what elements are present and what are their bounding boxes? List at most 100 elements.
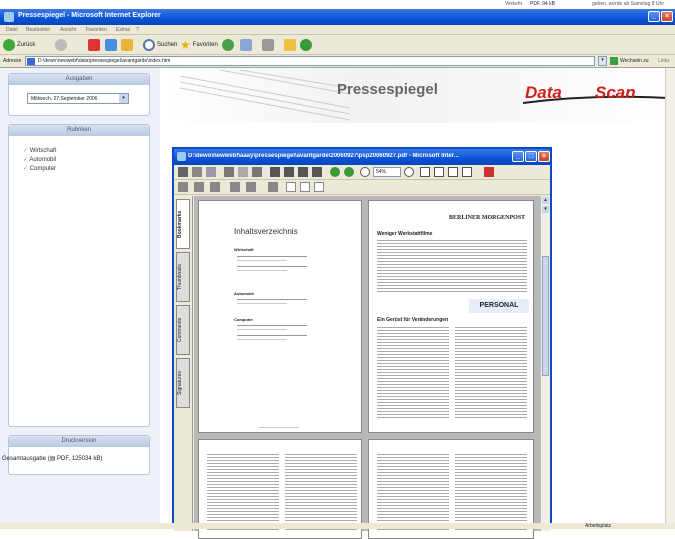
previous-page-icon[interactable] — [284, 167, 294, 177]
zoom-field[interactable]: 54% — [373, 167, 401, 177]
forward-button[interactable] — [55, 38, 67, 52]
rotate-icon[interactable] — [462, 167, 472, 177]
page-icon — [27, 58, 35, 65]
search-button[interactable]: Suchen — [143, 38, 177, 52]
back-button[interactable]: Zurück — [3, 38, 35, 52]
facing-page-icon[interactable] — [314, 182, 324, 192]
next-page-icon[interactable] — [298, 167, 308, 177]
tab-thumbnails[interactable]: Thumbnails — [176, 252, 190, 302]
note-tool-icon[interactable] — [210, 182, 220, 192]
ausgaben-title: Ausgaben — [9, 74, 149, 85]
address-input[interactable]: D:\dewo\newwebf\data\pressespiegel\avant… — [25, 56, 595, 66]
folder-button[interactable] — [284, 38, 296, 52]
scroll-thumb[interactable] — [542, 256, 549, 376]
zoom-tool-icon[interactable] — [178, 182, 188, 192]
article-2-text-col2 — [455, 325, 527, 420]
pdf-document-viewport[interactable]: Inhaltsverzeichnis Wirtschaft Automobil … — [194, 196, 540, 539]
menu-bearbeiten[interactable]: Bearbeiten — [26, 27, 50, 33]
zoom-out-icon[interactable] — [360, 167, 370, 177]
messenger-button[interactable] — [300, 38, 312, 52]
logo-text-right: Scan — [595, 83, 636, 102]
favorites-button[interactable]: ★ Favoriten — [180, 38, 218, 52]
page-vertical-scrollbar[interactable] — [665, 68, 675, 523]
personal-logo: PERSONAL — [469, 299, 529, 313]
links-label[interactable]: Links — [658, 58, 670, 64]
zoom-in-icon[interactable] — [404, 167, 414, 177]
scroll-down-arrow-icon[interactable]: ▾ — [542, 206, 549, 213]
refresh-button[interactable] — [105, 38, 117, 52]
back-arrow-icon — [3, 39, 15, 51]
stop-icon — [88, 39, 100, 51]
pencil-icon[interactable] — [230, 182, 240, 192]
address-bar: Adresse D:\dewo\newwebf\data\pressespieg… — [0, 55, 675, 68]
messenger-icon — [300, 39, 312, 51]
logo-text-left: Data — [525, 83, 562, 102]
save-icon[interactable] — [178, 167, 188, 177]
single-page-icon[interactable] — [286, 182, 296, 192]
fit-page-icon[interactable] — [434, 167, 444, 177]
last-page-icon[interactable] — [312, 167, 322, 177]
menu-extras[interactable]: Extras — [116, 27, 130, 33]
home-icon — [121, 39, 133, 51]
history-button[interactable] — [222, 38, 234, 52]
pdf-vertical-scrollbar[interactable]: ▴ ▾ — [540, 196, 550, 531]
tab-comments[interactable]: Comments — [176, 305, 190, 355]
favorites-star-icon: ★ — [180, 38, 191, 52]
toc-section-wirtschaft: Wirtschaft — [234, 247, 254, 252]
print-button[interactable] — [262, 38, 274, 52]
menu-datei[interactable]: Datei — [6, 27, 18, 33]
rubrik-computer[interactable]: ✓ Computer — [23, 165, 56, 174]
scroll-up-arrow-icon[interactable]: ▴ — [542, 197, 549, 204]
stamp-icon[interactable] — [268, 182, 278, 192]
acrobat-toolbar-1: 54% — [174, 165, 550, 180]
mail-icon — [240, 39, 252, 51]
popup-pdf-link[interactable]: PDF, 94 kB — [530, 1, 555, 7]
find-icon[interactable] — [224, 167, 234, 177]
print-icon[interactable] — [192, 167, 202, 177]
rubrik-automobil[interactable]: ✓ Automobil — [23, 156, 56, 165]
back-view-icon[interactable] — [330, 167, 340, 177]
menu-favoriten[interactable]: Favoriten — [86, 27, 107, 33]
actual-size-icon[interactable] — [420, 167, 430, 177]
mail-icon[interactable] — [206, 167, 216, 177]
hand-tool-icon[interactable] — [238, 167, 248, 177]
druckversion-title: Druckversion — [9, 436, 149, 447]
pdf-page-toc: Inhaltsverzeichnis Wirtschaft Automobil … — [198, 200, 362, 433]
address-dropdown-arrow-icon[interactable]: ▾ — [598, 56, 607, 66]
druckversion-panel: Druckversion Gesamtausgabe (▤ PDF, 12503… — [2, 435, 150, 475]
date-value: Mittwoch, 27.September 2006 — [31, 96, 98, 102]
go-arrow-icon[interactable] — [610, 57, 618, 65]
close-button[interactable]: × — [661, 11, 673, 22]
pdf-minimize-button[interactable]: _ — [512, 151, 524, 162]
home-button[interactable] — [121, 38, 133, 52]
tab-signatures[interactable]: Signatures — [176, 358, 190, 408]
gesamtausgabe-link[interactable]: PDF, 125034 kB — [57, 456, 100, 462]
minimize-button[interactable]: _ — [648, 11, 660, 22]
tab-bookmarks[interactable]: Bookmarks — [176, 199, 190, 249]
date-select[interactable]: Mittwoch, 27.September 2006 ▾ — [27, 93, 129, 104]
continuous-page-icon[interactable] — [300, 182, 310, 192]
chevron-down-icon: ▾ — [119, 94, 128, 103]
menu-bar: Datei Bearbeiten Ansicht Favoriten Extra… — [0, 25, 675, 35]
newspaper-background-graphic — [179, 69, 351, 121]
pdf-page-articles: BERLINER MORGENPOST Weniger Werkstattfil… — [368, 200, 534, 433]
forward-view-icon[interactable] — [344, 167, 354, 177]
check-icon: ✓ — [23, 148, 29, 154]
pdf-maximize-button[interactable]: □ — [525, 151, 537, 162]
forward-arrow-icon — [55, 39, 67, 51]
ausgaben-panel: Ausgaben Mittwoch, 27.September 2006 ▾ — [8, 73, 150, 116]
go-button[interactable]: Wechseln zu — [620, 58, 649, 64]
first-page-icon[interactable] — [270, 167, 280, 177]
acrobat-icon[interactable] — [484, 167, 494, 177]
highlight-icon[interactable] — [246, 182, 256, 192]
check-icon: ✓ — [23, 157, 29, 163]
stop-button[interactable] — [88, 38, 100, 52]
menu-ansicht[interactable]: Ansicht — [60, 27, 76, 33]
rubrik-wirtschaft[interactable]: ✓ Wirtschaft — [23, 147, 56, 156]
fit-width-icon[interactable] — [448, 167, 458, 177]
menu-help[interactable]: ? — [136, 27, 139, 33]
pdf-close-button[interactable]: × — [538, 151, 550, 162]
mail-button[interactable] — [240, 38, 252, 52]
text-tool-icon[interactable] — [194, 182, 204, 192]
select-text-icon[interactable] — [252, 167, 262, 177]
